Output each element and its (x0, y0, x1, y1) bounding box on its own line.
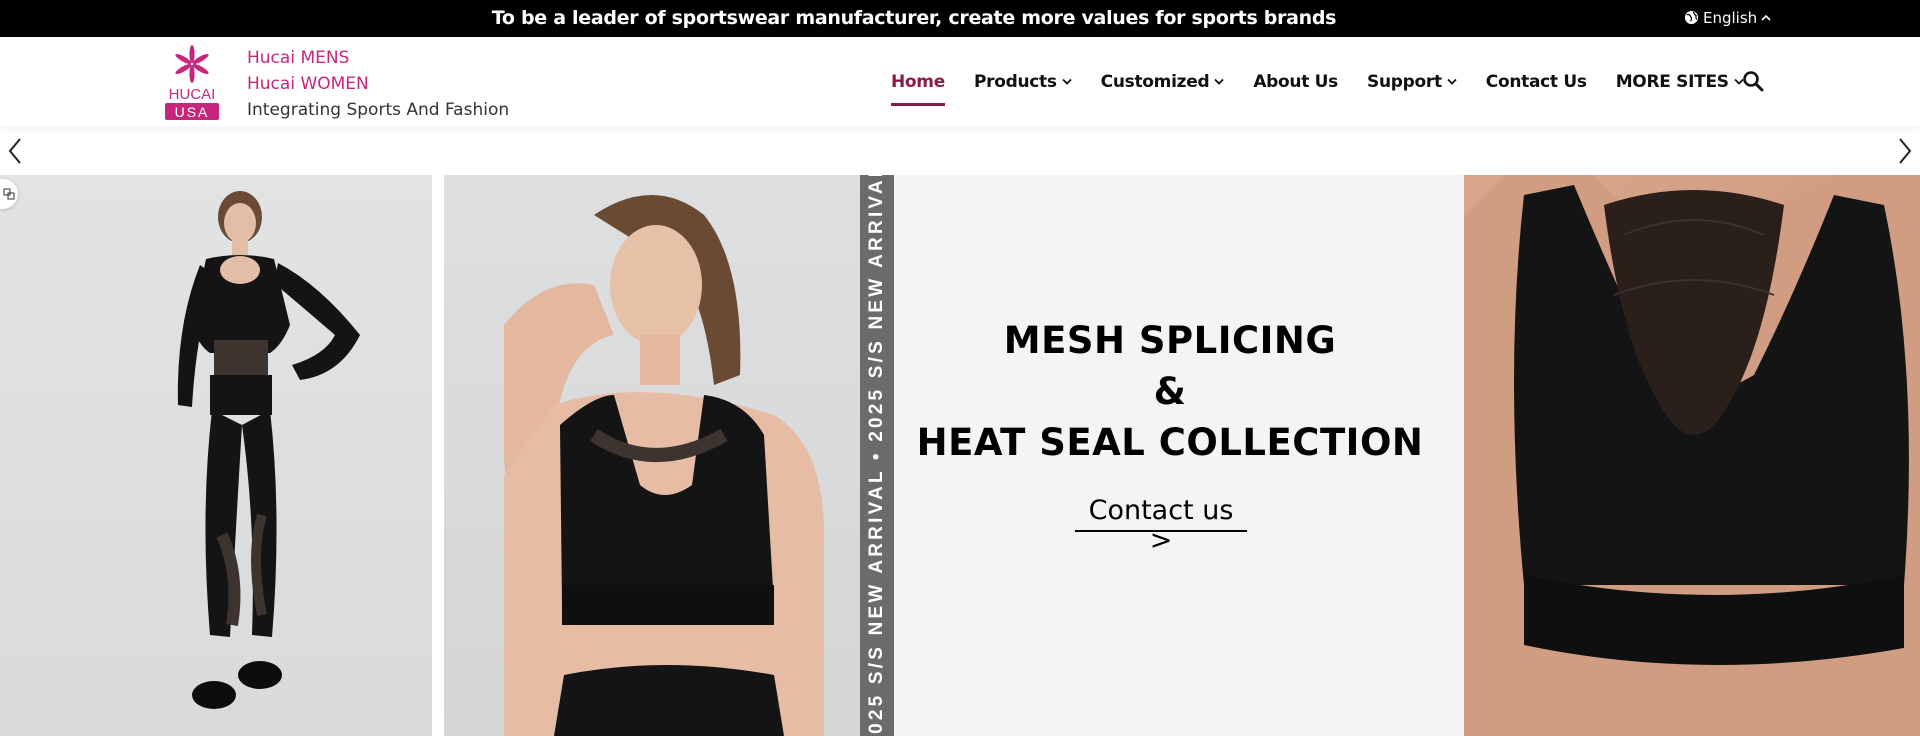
nav-support[interactable]: Support (1367, 37, 1457, 126)
headline-line-3: HEAT SEAL COLLECTION (916, 421, 1424, 464)
nav-label: About Us (1253, 71, 1338, 92)
nav-customized[interactable]: Customized (1101, 37, 1225, 126)
headline-line-1: MESH SPLICING (1003, 319, 1337, 362)
nav-label: Contact Us (1485, 71, 1587, 92)
banner-photo-sports-bra-model (444, 175, 860, 736)
nav-label: Products (973, 71, 1057, 92)
chevron-down-icon (1214, 78, 1224, 85)
chevron-down-icon (1447, 78, 1457, 85)
main-nav: Home Products Customized About Us Suppor… (891, 37, 1773, 126)
contact-us-button[interactable]: Contact us > (1075, 496, 1247, 556)
search-icon[interactable] (1742, 70, 1764, 92)
nav-about-us[interactable]: About Us (1253, 37, 1338, 126)
nav-contact-us[interactable]: Contact Us (1486, 37, 1587, 126)
brand-links: Hucai MENS Hucai WOMEN Integrating Sport… (247, 45, 509, 123)
nav-products[interactable]: Products (974, 37, 1072, 126)
nav-label: Home (891, 71, 945, 92)
banner-headline: MESH SPLICING & HEAT SEAL COLLECTION (894, 315, 1446, 468)
nav-label: MORE SITES (1615, 71, 1729, 92)
vertical-new-arrival-strip: 2025 S/S NEW ARRIVAL • 2025 S/S NEW ARRI… (860, 175, 894, 736)
site-header: HUCAI USA Hucai MENS Hucai WOMEN Integra… (0, 37, 1920, 126)
hero-banner[interactable]: 2025 S/S NEW ARRIVAL • 2025 S/S NEW ARRI… (0, 175, 1920, 736)
chevron-left-icon[interactable] (6, 136, 24, 166)
nav-home[interactable]: Home (891, 37, 945, 126)
link-hucai-women[interactable]: Hucai WOMEN (247, 71, 509, 97)
chevron-up-icon (1761, 14, 1771, 21)
nav-more-sites[interactable]: MORE SITES (1616, 37, 1744, 126)
chevron-right-icon[interactable] (1896, 136, 1914, 166)
banner-text-panel: MESH SPLICING & HEAT SEAL COLLECTION Con… (894, 175, 1464, 736)
slogan-text: To be a leader of sportswear manufacture… (491, 7, 1337, 29)
link-hucai-mens[interactable]: Hucai MENS (247, 45, 509, 71)
language-label: English (1703, 8, 1758, 27)
tagline: Integrating Sports And Fashion (247, 100, 510, 120)
vertical-arrival-text: 2025 S/S NEW ARRIVAL • 2025 S/S NEW ARRI… (866, 175, 887, 736)
nav-label: Customized (1100, 71, 1210, 92)
chevron-down-icon (1062, 78, 1072, 85)
top-announcement-bar: To be a leader of sportswear manufacture… (0, 0, 1920, 37)
logo-text-bottom: USA (175, 104, 210, 120)
headline-line-2: & (1153, 370, 1187, 413)
banner-photo-fullbody-model (0, 175, 432, 736)
hucai-logo[interactable]: HUCAI USA (163, 43, 221, 121)
logo-text-top: HUCAI (169, 86, 216, 103)
globe-icon (1684, 10, 1699, 25)
nav-label: Support (1367, 71, 1442, 92)
banner-photo-back-view (1464, 175, 1920, 736)
language-selector[interactable]: English (1684, 0, 1771, 35)
